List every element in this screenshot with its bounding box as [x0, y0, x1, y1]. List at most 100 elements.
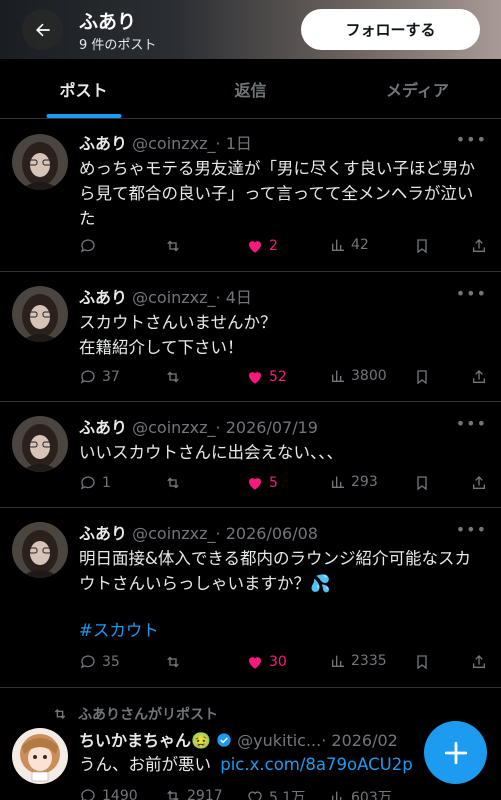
tab-replies[interactable]: 返信: [167, 59, 334, 118]
post-meta: ふあり @coinzxz_· 4日: [79, 284, 252, 308]
avatar[interactable]: [12, 134, 68, 190]
like-button[interactable]: 5.1万: [246, 787, 305, 800]
repost-button[interactable]: [164, 368, 187, 386]
post-meta: ちいかまちゃん🤢 @yukitic...· 2026/02: [79, 727, 398, 751]
views-button[interactable]: 603万: [330, 787, 392, 800]
back-button[interactable]: [22, 9, 63, 50]
post-time: · 4日: [215, 288, 252, 307]
share-button[interactable]: [471, 368, 487, 386]
author-name[interactable]: ふあり: [79, 288, 127, 307]
speech-bubble-icon: [80, 655, 95, 669]
tab-media[interactable]: メディア: [334, 59, 501, 118]
share-button[interactable]: [471, 653, 487, 671]
repost-arrows-icon: [167, 477, 179, 489]
bookmark-button[interactable]: [414, 653, 430, 671]
bookmark-icon: [417, 476, 427, 491]
repost-arrows-icon: [54, 709, 66, 719]
author-handle[interactable]: @coinzxz_: [132, 288, 215, 307]
post-text: 明日面接&体入できる都内のラウンジ紹介可能なスカウトさんいらっしゃいますか？💦: [79, 549, 472, 593]
reply-button[interactable]: [79, 237, 102, 255]
avatar[interactable]: [12, 728, 68, 784]
reply-button[interactable]: 1490: [79, 787, 138, 800]
hashtag-link[interactable]: #スカウト: [79, 617, 159, 641]
author-handle[interactable]: @yukitic...: [237, 731, 321, 750]
share-button[interactable]: [471, 474, 487, 492]
share-upload-icon: [473, 476, 485, 489]
author-handle[interactable]: @coinzxz_: [132, 418, 215, 437]
post-item[interactable]: ふあり @coinzxz_· 2026/07/19 ••• いいスカウトさんに出…: [0, 402, 501, 508]
post-item[interactable]: ふあり @coinzxz_· 1日 ••• めっちゃモテる男友達が「男に尽くす良…: [0, 120, 501, 272]
repost-button[interactable]: 2917: [164, 787, 223, 800]
badge-emoji: 🤢: [191, 731, 211, 750]
profile-name: ふあり: [79, 11, 137, 33]
author-handle[interactable]: @coinzxz_: [132, 134, 215, 153]
repost-button[interactable]: [164, 474, 187, 492]
like-button[interactable]: 2: [246, 237, 278, 255]
bookmark-icon: [417, 370, 427, 385]
reply-button[interactable]: 37: [79, 368, 120, 386]
arrow-left-icon: [35, 23, 50, 36]
avatar[interactable]: [12, 286, 68, 342]
tab-posts[interactable]: ポスト: [0, 59, 167, 118]
speech-bubble-icon: [80, 476, 95, 490]
like-button[interactable]: 5: [246, 474, 278, 492]
reply-count: 1490: [102, 788, 138, 800]
views-button[interactable]: 2335: [330, 653, 387, 669]
more-dots-icon[interactable]: •••: [456, 414, 487, 433]
author-handle[interactable]: @coinzxz_: [132, 524, 215, 543]
repost-button[interactable]: [164, 237, 187, 255]
bookmark-button[interactable]: [414, 237, 430, 255]
compose-post-button[interactable]: [424, 721, 487, 784]
views-count: 3800: [351, 368, 387, 384]
post-time: · 1日: [215, 134, 252, 153]
views-count: 603万: [351, 790, 392, 800]
like-count: 30: [269, 654, 287, 670]
views-button[interactable]: 293: [330, 474, 378, 490]
views-button[interactable]: 42: [330, 237, 369, 253]
repost-arrows-icon: [167, 656, 179, 668]
post-actions: 35 30 2335: [79, 653, 487, 675]
reply-count: 37: [102, 369, 120, 385]
heart-icon: [249, 241, 261, 253]
share-upload-icon: [473, 655, 485, 668]
repost-button[interactable]: [164, 653, 187, 671]
share-button[interactable]: [471, 237, 487, 255]
repost-arrows-icon: [167, 790, 179, 800]
bookmark-button[interactable]: [414, 474, 430, 492]
post-time: · 2026/07/19: [215, 418, 318, 437]
bar-chart-icon: [332, 239, 344, 251]
speech-bubble-icon: [81, 789, 95, 800]
more-dots-icon[interactable]: •••: [456, 284, 487, 303]
follow-button[interactable]: フォローする: [301, 9, 480, 50]
avatar[interactable]: [12, 416, 68, 472]
bookmark-button[interactable]: [414, 368, 430, 386]
share-upload-icon: [473, 239, 485, 252]
bookmark-icon: [417, 239, 427, 254]
reply-button[interactable]: 1: [79, 474, 111, 492]
author-name[interactable]: ちいかまちゃん: [79, 731, 191, 750]
like-count: 5.1万: [269, 790, 306, 800]
bar-chart-icon: [332, 370, 344, 382]
author-name[interactable]: ふあり: [79, 134, 127, 153]
post-time: · 2026/02: [321, 731, 398, 750]
avatar[interactable]: [12, 522, 68, 578]
author-name[interactable]: ふあり: [79, 418, 127, 437]
repost-context-label: ふありさんがリポスト: [78, 707, 218, 723]
repost-context: ふありさんがリポスト: [52, 704, 218, 724]
author-name[interactable]: ふあり: [79, 524, 127, 543]
like-button[interactable]: 30: [246, 653, 287, 671]
reply-button[interactable]: 35: [79, 653, 120, 671]
bar-chart-icon: [332, 655, 344, 667]
media-link[interactable]: pic.x.com/8a79oACU2p: [220, 755, 412, 774]
like-button[interactable]: 52: [246, 368, 287, 386]
more-dots-icon[interactable]: •••: [456, 520, 487, 539]
views-button[interactable]: 3800: [330, 368, 387, 384]
views-count: 42: [351, 237, 369, 253]
speech-bubble-icon: [80, 239, 95, 253]
post-item[interactable]: ふあり @coinzxz_· 2026/06/08 ••• 明日面接&体入できる…: [0, 508, 501, 688]
more-dots-icon[interactable]: •••: [456, 130, 487, 149]
post-time: · 2026/06/08: [215, 524, 318, 543]
like-count: 52: [269, 369, 287, 385]
post-item[interactable]: ふあり @coinzxz_· 4日 ••• スカウトさんいませんか？ 在籍紹介し…: [0, 272, 501, 402]
post-meta: ふあり @coinzxz_· 2026/06/08: [79, 520, 318, 544]
